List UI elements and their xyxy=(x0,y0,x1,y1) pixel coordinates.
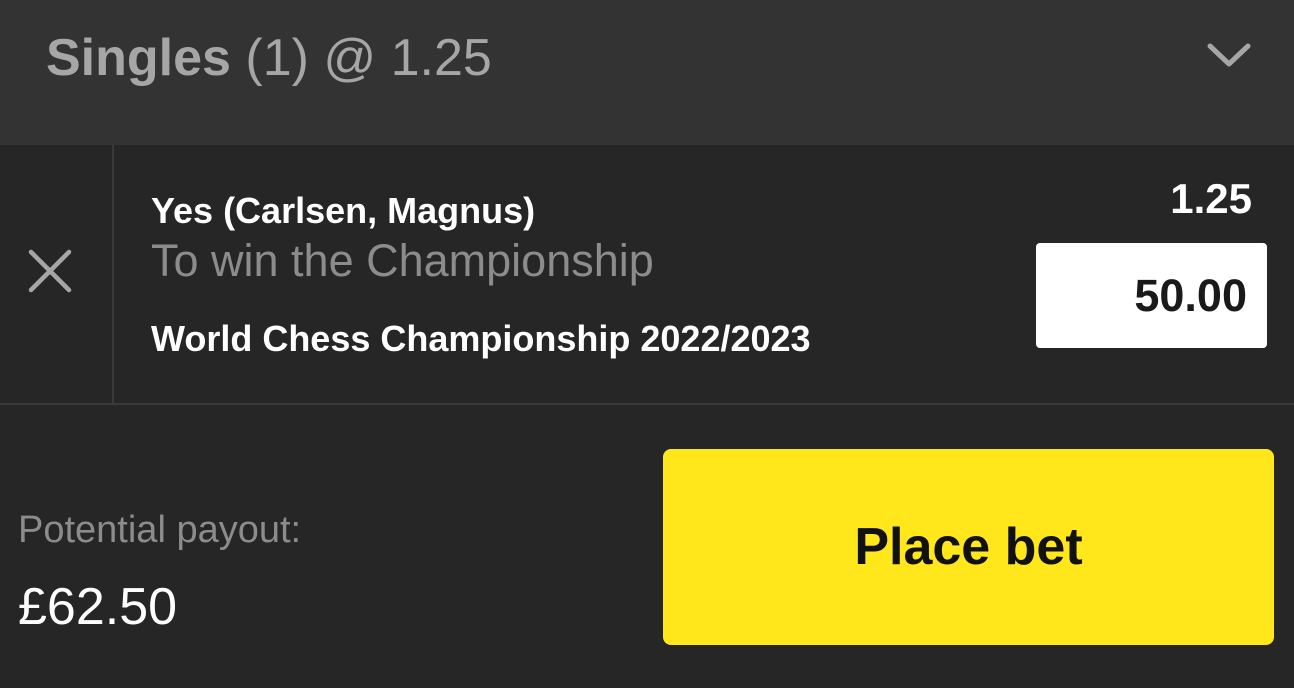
chevron-down-icon[interactable] xyxy=(1204,36,1254,76)
selection-name: Yes (Carlsen, Magnus) xyxy=(151,190,536,231)
potential-payout-label: Potential payout: xyxy=(18,509,302,551)
bet-slip-header[interactable]: Singles (1) @ 1.25 xyxy=(0,0,1294,145)
place-bet-button[interactable]: Place bet xyxy=(663,449,1274,645)
event-name: World Chess Championship 2022/2023 xyxy=(151,318,811,359)
stake-input[interactable] xyxy=(1036,243,1267,348)
potential-payout-value: £62.50 xyxy=(18,578,178,636)
market-name: To win the Championship xyxy=(151,235,654,286)
bet-type-label: Singles xyxy=(46,29,231,87)
bet-selection-row: Yes (Carlsen, Magnus) To win the Champio… xyxy=(0,145,1294,405)
bet-slip-title: Singles (1) @ 1.25 xyxy=(46,28,492,88)
remove-selection-button[interactable] xyxy=(0,145,114,403)
bet-slip-footer: Potential payout: £62.50 Place bet xyxy=(0,405,1294,688)
selection-odds: 1.25 xyxy=(1170,175,1252,222)
bet-count-and-odds: (1) @ 1.25 xyxy=(230,29,492,87)
close-icon[interactable] xyxy=(27,248,73,294)
